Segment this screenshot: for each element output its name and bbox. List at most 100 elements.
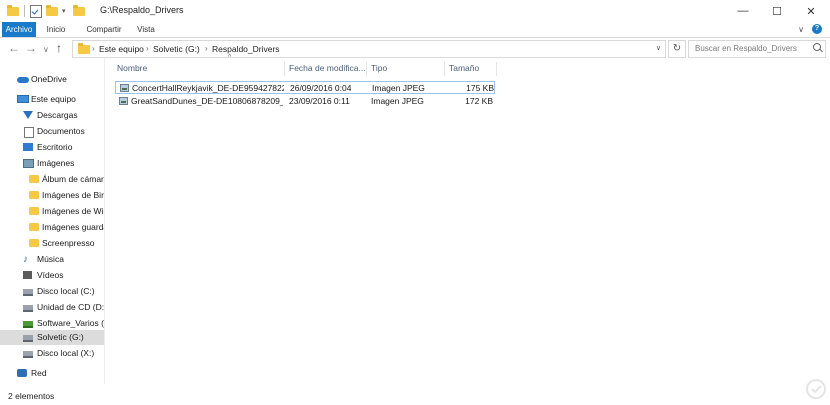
sidebar-item-documentos[interactable]: Documentos	[0, 124, 104, 139]
recent-locations-chevron-icon[interactable]: ∨	[43, 43, 49, 57]
file-name: ConcertHallReykjavik_DE-DE9594278223_...	[132, 83, 284, 93]
sidebar-item-label: Documentos	[37, 126, 85, 136]
column-header-fecha[interactable]: Fecha de modifica...	[285, 62, 367, 76]
search-placeholder: Buscar en Respaldo_Drivers	[695, 44, 797, 53]
sidebar-item-descargas[interactable]: Descargas	[0, 108, 104, 123]
sidebar-item-label: Descargas	[37, 110, 78, 120]
sidebar-item-software-varios[interactable]: Software_Varios (\\v	[0, 316, 104, 331]
folder-icon	[29, 223, 39, 231]
breadcrumb-solvetic[interactable]: Solvetic (G:)	[153, 43, 200, 55]
explorer-window: ▾ G:\Respaldo_Drivers — ☐ ✕ Archivo Inic…	[0, 0, 830, 405]
tab-archivo[interactable]: Archivo	[2, 22, 36, 37]
video-icon	[23, 271, 32, 279]
music-icon: ♪	[23, 254, 28, 265]
forward-arrow-icon[interactable]: →	[25, 41, 37, 55]
qa-separator	[24, 4, 25, 18]
ribbon-expand-chevron-icon[interactable]: ∨	[798, 25, 804, 34]
search-icon	[813, 43, 821, 51]
sidebar-item-imagenes[interactable]: Imágenes	[0, 156, 104, 171]
sidebar-item-escritorio[interactable]: Escritorio	[0, 140, 104, 155]
column-header-tipo[interactable]: Tipo	[367, 62, 445, 76]
title-bar: ▾ G:\Respaldo_Drivers — ☐ ✕	[0, 0, 830, 22]
breadcrumb-separator: ›	[92, 44, 95, 53]
sidebar-item-imagenes-bing[interactable]: Imágenes de Bing	[0, 188, 104, 203]
column-header-tamano[interactable]: Tamaño	[445, 62, 497, 76]
file-row[interactable]: ConcertHallReykjavik_DE-DE9594278223_...…	[115, 81, 495, 94]
quick-access-folder-icon[interactable]	[7, 4, 19, 18]
sidebar-item-label: Imágenes de Bing	[42, 190, 104, 200]
address-dropdown-chevron-icon[interactable]: ∨	[656, 44, 661, 52]
sidebar-item-disco-c[interactable]: Disco local (C:)	[0, 284, 104, 299]
computer-icon	[17, 95, 29, 103]
search-input[interactable]: Buscar en Respaldo_Drivers	[688, 40, 826, 58]
breadcrumb-este-equipo[interactable]: Este equipo	[99, 43, 144, 55]
tab-compartir[interactable]: Compartir	[80, 22, 128, 37]
cloud-icon	[17, 77, 29, 83]
tab-vista[interactable]: Vista	[132, 22, 160, 37]
sidebar-item-label: Este equipo	[31, 94, 76, 104]
jpeg-file-icon	[120, 84, 129, 92]
sidebar-item-red[interactable]: Red	[0, 366, 104, 381]
close-button[interactable]: ✕	[794, 0, 828, 22]
cd-drive-icon	[23, 305, 33, 312]
sidebar-item-label: Álbum de cámara	[42, 174, 104, 184]
sidebar-item-label: Software_Varios (\\v	[37, 318, 104, 328]
maximize-button[interactable]: ☐	[760, 0, 794, 22]
sidebar-item-screenpresso[interactable]: Screenpresso	[0, 236, 104, 251]
quick-access-dropdown[interactable]: ▾	[62, 4, 66, 18]
tab-inicio[interactable]: Inicio	[40, 22, 72, 37]
refresh-button[interactable]: ↻	[668, 40, 686, 58]
jpeg-file-icon	[119, 97, 128, 105]
sidebar-item-imagenes-guardadas[interactable]: Imágenes guardad	[0, 220, 104, 235]
network-drive-icon	[23, 321, 33, 328]
sidebar-item-label: Unidad de CD (D:) C	[37, 302, 104, 312]
file-date: 23/09/2016 0:11	[289, 96, 350, 106]
sidebar-item-label: Disco local (C:)	[37, 286, 95, 296]
sidebar-item-album-camara[interactable]: Álbum de cámara	[0, 172, 104, 187]
sidebar-item-label: Red	[31, 368, 47, 378]
sidebar-item-disco-x[interactable]: Disco local (X:)	[0, 346, 104, 361]
sidebar-item-label: OneDrive	[31, 74, 67, 84]
minimize-button[interactable]: —	[726, 0, 760, 22]
title-folder-icon	[73, 4, 85, 18]
folder-icon	[29, 207, 39, 215]
sidebar-item-label: Imágenes de Wind	[42, 206, 104, 216]
file-size: 175 KB	[466, 83, 494, 93]
sidebar-item-label: Vídeos	[37, 270, 64, 280]
back-arrow-icon[interactable]: ←	[8, 41, 20, 55]
help-icon[interactable]: ?	[812, 24, 822, 34]
ribbon-tabs: Archivo Inicio Compartir Vista ∨ ?	[0, 22, 830, 38]
sidebar-item-este-equipo[interactable]: Este equipo	[0, 92, 104, 107]
sidebar-item-onedrive[interactable]: OneDrive	[0, 72, 104, 87]
sidebar-item-label: Escritorio	[37, 142, 73, 152]
address-bar[interactable]: › Este equipo › Solvetic (G:) › Respaldo…	[72, 40, 666, 58]
window-title: G:\Respaldo_Drivers	[100, 5, 184, 15]
pane-divider[interactable]	[104, 58, 105, 384]
folder-icon	[29, 239, 39, 247]
address-folder-icon	[78, 43, 90, 54]
breadcrumb-respaldo-drivers[interactable]: Respaldo_Drivers	[212, 43, 280, 55]
file-type: Imagen JPEG	[372, 83, 425, 93]
sidebar-item-label: Solvetic (G:)	[37, 332, 84, 342]
new-folder-icon[interactable]	[46, 4, 58, 18]
sidebar-item-label: Disco local (X:)	[37, 348, 95, 358]
column-header-nombre[interactable]: Nombre	[113, 62, 285, 76]
network-icon	[17, 369, 27, 377]
sidebar-item-videos[interactable]: Vídeos	[0, 268, 104, 283]
sidebar-item-musica[interactable]: ♪ Música	[0, 252, 104, 267]
sidebar-item-solvetic-g[interactable]: Solvetic (G:)	[0, 330, 104, 345]
file-date: 26/09/2016 0:04	[290, 83, 352, 93]
folder-icon	[29, 191, 39, 199]
up-arrow-icon[interactable]: ↑	[56, 41, 62, 55]
sort-caret-icon: ^	[228, 54, 232, 61]
status-bar: 2 elementos	[0, 388, 830, 405]
breadcrumb-separator[interactable]: ›	[205, 43, 208, 55]
file-name: GreatSandDunes_DE-DE10806878209_136...	[131, 96, 283, 106]
drive-icon	[23, 289, 33, 296]
properties-check-icon[interactable]	[30, 4, 42, 18]
sidebar-item-cd-d[interactable]: Unidad de CD (D:) C	[0, 300, 104, 315]
navigation-pane: OneDrive Este equipo Descargas Documento…	[0, 62, 104, 384]
file-row[interactable]: GreatSandDunes_DE-DE10806878209_136... 2…	[115, 95, 495, 108]
sidebar-item-imagenes-windows[interactable]: Imágenes de Wind	[0, 204, 104, 219]
breadcrumb-separator[interactable]: ›	[146, 43, 149, 55]
